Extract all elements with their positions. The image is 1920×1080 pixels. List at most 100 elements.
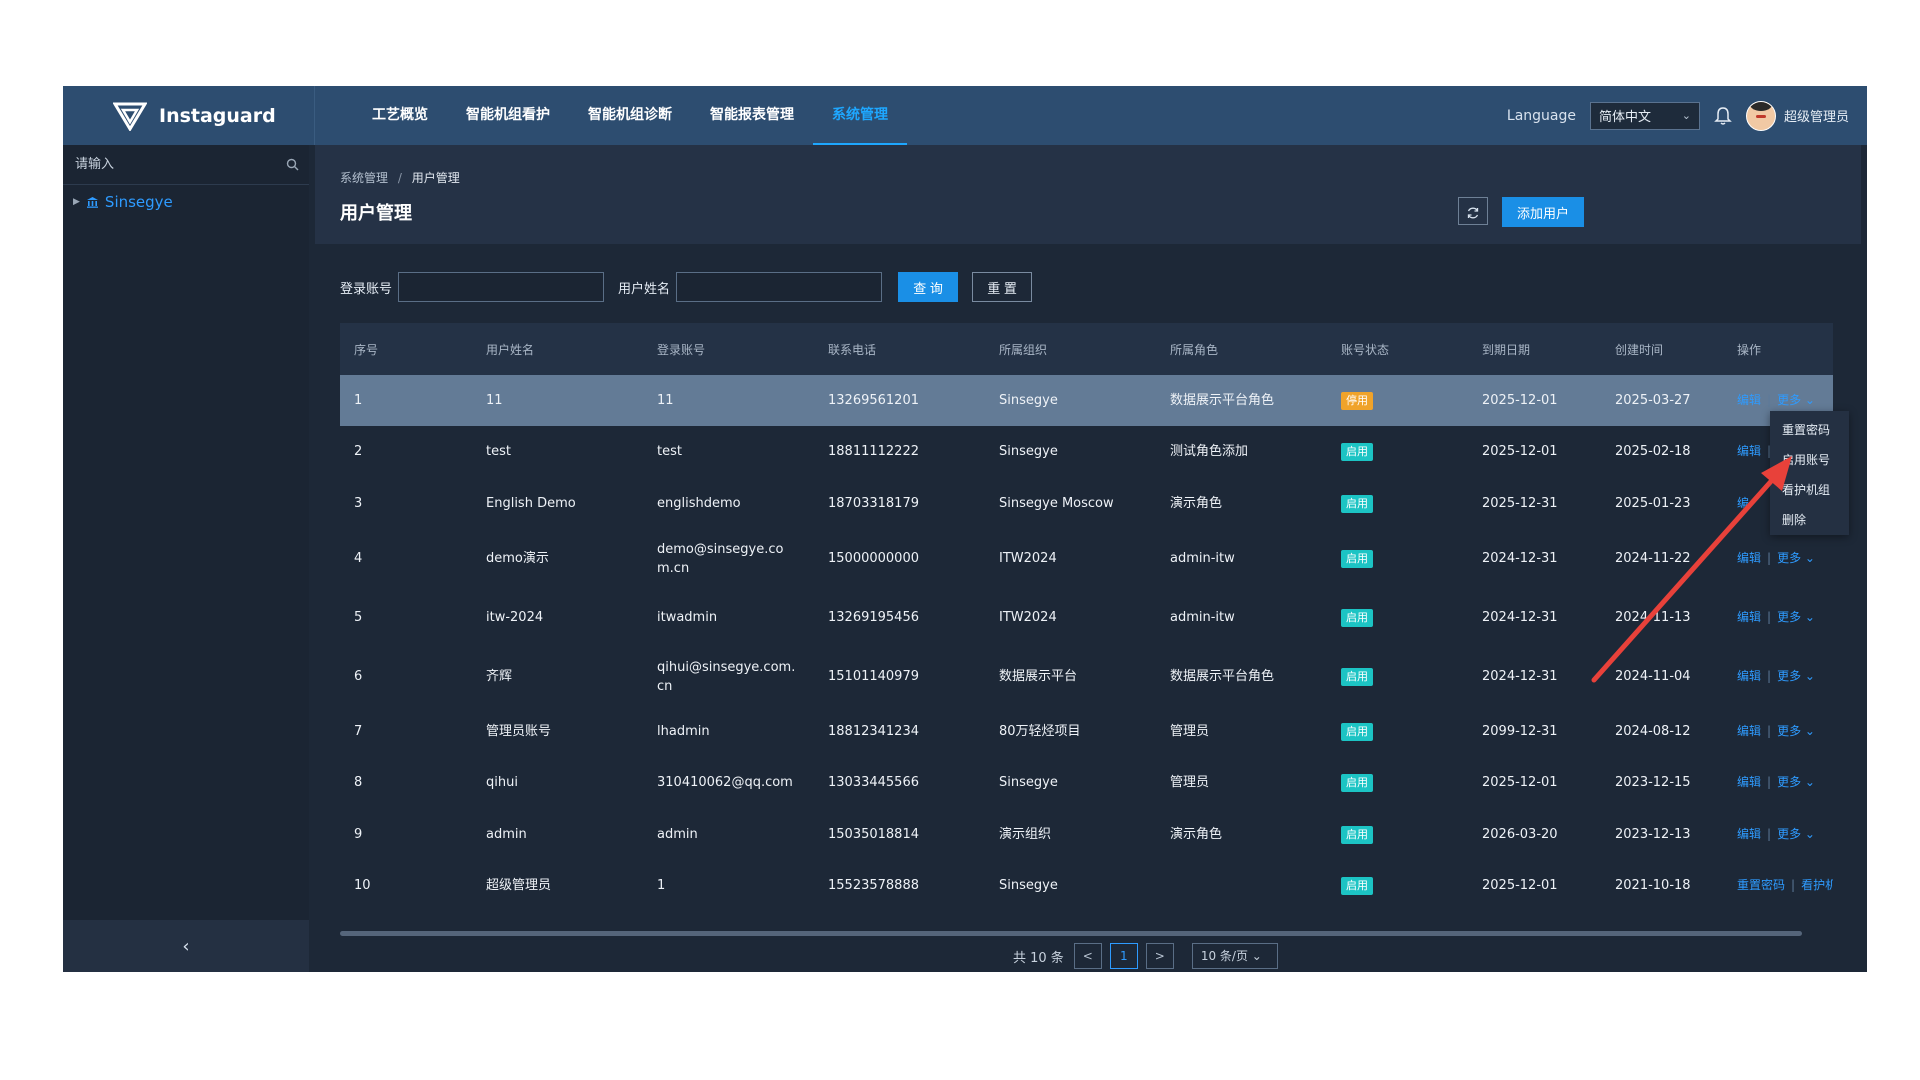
table-row[interactable]: 7 管理员账号 lhadmin 18812341234 80万轻烃项目 管理员 启用 2099… [340, 706, 1833, 757]
nav-report-management[interactable]: 智能报表管理 [691, 86, 813, 145]
row-action-primary[interactable]: 编辑 [1737, 393, 1761, 407]
total-count: 共 10 条 [1013, 950, 1064, 966]
cell-role: 演示角色 [1156, 477, 1327, 529]
top-bar: Instaguard 工艺概览 智能机组看护 智能机组诊断 智能报表管理 系统管… [63, 86, 1867, 145]
login-account-input[interactable] [398, 272, 605, 302]
reset-button[interactable]: 重 置 [972, 272, 1033, 302]
page-number-button[interactable]: 1 [1109, 943, 1138, 969]
col-header-org: 所属组织 [985, 323, 1156, 375]
cell-org-text: Sinsegye [999, 444, 1058, 459]
cell-created: 2024-11-04 [1601, 647, 1723, 706]
cell-actions: 编辑 | 更多 ⌄ [1723, 706, 1833, 757]
table-row[interactable]: 4 demo演示 demo@sinsegye.com.cn 15000000000 IT… [340, 529, 1833, 588]
cell-no: 9 [340, 808, 472, 860]
next-page-button[interactable]: > [1145, 943, 1174, 969]
user-name-input[interactable] [676, 272, 883, 302]
user-menu[interactable]: 超级管理员 [1745, 100, 1849, 131]
cell-role: 演示角色 [1156, 808, 1327, 860]
menu-item-enable-account[interactable]: 启用账号 [1770, 445, 1849, 475]
cell-no: 3 [340, 477, 472, 529]
action-separator: | [1767, 826, 1772, 841]
row-action-more[interactable]: 更多 ⌄ [1777, 827, 1815, 841]
cell-phone-text: 15101140979 [828, 669, 919, 684]
status-badge: 启用 [1341, 550, 1373, 568]
add-user-button[interactable]: 添加用户 [1502, 197, 1584, 227]
table-row[interactable]: 9 admin admin 15035018814 演示组织 演示角色 启用 2026-03-… [340, 808, 1833, 860]
status-badge: 启用 [1341, 609, 1373, 627]
row-action-more[interactable]: 更多 ⌄ [1777, 775, 1815, 789]
row-action-primary[interactable]: 编辑 [1737, 669, 1761, 683]
cell-no-text: 5 [354, 610, 363, 625]
cell-created-text: 2024-08-12 [1615, 724, 1691, 739]
row-action-more[interactable]: 看护机 [1801, 878, 1833, 892]
cell-actions: 重置密码 | 看护机 [1723, 860, 1833, 910]
row-action-more[interactable]: 更多 ⌄ [1777, 610, 1815, 624]
building-icon [86, 197, 98, 208]
cell-name: qihui [472, 757, 643, 808]
cell-no: 4 [340, 529, 472, 588]
cell-no-text: 7 [354, 724, 363, 739]
table-row[interactable]: 8 qihui 310410062@qq.com 13033445566 Sinsegy… [340, 757, 1833, 808]
refresh-button[interactable] [1458, 197, 1488, 225]
breadcrumb-parent[interactable]: 系统管理 [340, 171, 388, 185]
menu-item-reset-password[interactable]: 重置密码 [1770, 415, 1849, 445]
row-action-primary[interactable]: 编辑 [1737, 551, 1761, 565]
col-header-created: 创建时间 [1601, 323, 1723, 375]
sidebar-collapse-button[interactable]: ‹ [63, 920, 309, 972]
action-separator: | [1767, 724, 1772, 738]
main-content: 系统管理 / 用户管理 用户管理 添加用户 登录账号 用户姓名 查 询 重 置 [315, 145, 1861, 972]
prev-page-button[interactable]: < [1073, 943, 1102, 969]
logo[interactable]: Instaguard [63, 86, 315, 145]
nav-system-management[interactable]: 系统管理 [813, 86, 907, 145]
menu-item-care-units[interactable]: 看护机组 [1770, 475, 1849, 505]
cell-account: admin [643, 808, 814, 860]
cell-role: admin-itw [1156, 529, 1327, 588]
table-row[interactable]: 10 超级管理员 1 15523578888 Sinsegye 启用 2025-12-01 2… [340, 860, 1833, 910]
cell-actions: 编辑 | 更多 ⌄ [1723, 588, 1833, 647]
menu-item-delete[interactable]: 删除 [1770, 505, 1849, 535]
row-action-primary[interactable]: 编辑 [1737, 724, 1761, 738]
language-select[interactable]: 简体中文 ⌄ [1589, 101, 1700, 130]
horizontal-scrollbar[interactable] [340, 931, 1802, 936]
nav-unit-diagnosis[interactable]: 智能机组诊断 [569, 86, 691, 145]
bell-icon[interactable] [1714, 106, 1732, 126]
tree-node-sinsegye[interactable]: ▶ Sinsegye [63, 185, 309, 219]
page-size-select[interactable]: 10 条/页 ⌄ [1191, 943, 1278, 969]
cell-no-text: 10 [354, 877, 371, 893]
org-search-input[interactable] [73, 156, 257, 173]
cell-org-text: 数据展示平台 [999, 669, 1078, 684]
table-row[interactable]: 1 11 11 13269561201 Sinsegye 数据展示平台角色 停用 2025-1… [340, 375, 1833, 426]
action-separator: | [1767, 610, 1772, 624]
cell-phone-text: 13269195456 [828, 610, 919, 625]
cell-expire-text: 2024-12-31 [1482, 669, 1558, 684]
cell-no-text: 9 [354, 826, 363, 842]
table-row[interactable]: 2 test test 18811112222 Sinsegye 测试角色添加 启用 2025… [340, 426, 1833, 477]
row-action-more[interactable]: 更多 ⌄ [1777, 724, 1815, 738]
row-action-primary[interactable]: 编辑 [1737, 610, 1761, 624]
cell-phone: 13269561201 [814, 375, 985, 426]
query-button[interactable]: 查 询 [898, 272, 959, 302]
row-action-primary[interactable]: 编辑 [1737, 827, 1761, 841]
cell-name-text: admin [486, 826, 527, 842]
cell-name: itw-2024 [472, 588, 643, 647]
table-row[interactable]: 3 English Demo englishdemo 18703318179 Sinse… [340, 477, 1833, 529]
cell-phone: 15035018814 [814, 808, 985, 860]
cell-actions: 编辑 | 更多 ⌄ [1723, 529, 1833, 588]
row-action-more[interactable]: 更多 ⌄ [1777, 669, 1815, 683]
row-action-primary[interactable]: 编辑 [1737, 444, 1761, 458]
action-separator: | [1767, 669, 1772, 683]
table-row[interactable]: 6 齐辉 qihui@sinsegye.com.cn 15101140979 数据展示平… [340, 647, 1833, 706]
user-table: 序号 用户姓名 登录账号 联系电话 所属组织 所属角色 账号状态 到期日期 创建… [340, 323, 1833, 937]
row-action-more[interactable]: 更多 ⌄ [1777, 551, 1815, 565]
cell-name-text: demo演示 [486, 551, 549, 566]
row-action-more[interactable]: 更多 ⌄ [1777, 393, 1815, 407]
table-row[interactable]: 5 itw-2024 itwadmin 13269195456 ITW2024 admin… [340, 588, 1833, 647]
nav-process-overview[interactable]: 工艺概览 [353, 86, 447, 145]
row-action-primary[interactable]: 编辑 [1737, 775, 1761, 789]
cell-org: Sinsegye [985, 860, 1156, 910]
search-icon[interactable] [286, 158, 299, 171]
row-action-primary[interactable]: 重置密码 [1737, 878, 1785, 892]
row-action-primary[interactable]: 编 [1737, 496, 1749, 510]
caret-right-icon[interactable]: ▶ [73, 197, 80, 207]
nav-unit-care[interactable]: 智能机组看护 [447, 86, 569, 145]
